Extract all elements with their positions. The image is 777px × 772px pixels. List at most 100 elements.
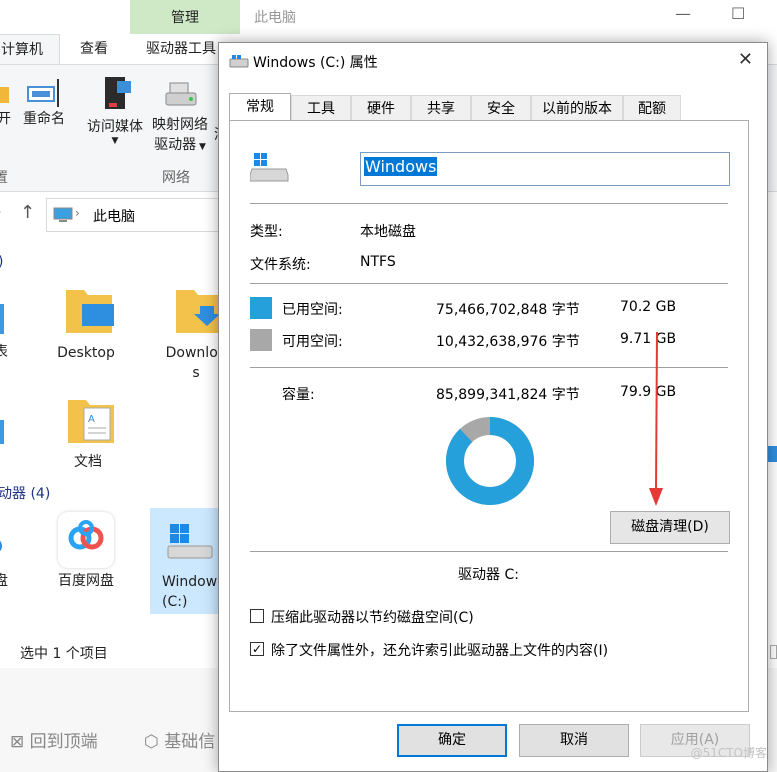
folder-icon[interactable] [0, 400, 4, 450]
drive-c-item[interactable]: Window (C:) [150, 508, 220, 614]
open-label: 开 [0, 111, 11, 127]
scroll-indicator[interactable] [768, 446, 777, 462]
tab-quota[interactable]: 配额 [623, 95, 681, 121]
disk-usage-donut [446, 417, 534, 505]
section-folders: ) [0, 254, 3, 270]
chevron-down-icon: ▼ [111, 136, 119, 146]
open-button[interactable]: 开 [0, 77, 12, 129]
free-space-label: 可用空间: [282, 334, 343, 350]
free-space-swatch [250, 329, 272, 351]
filesystem-label: 文件系统: [250, 257, 311, 273]
drive-icon [229, 55, 249, 68]
rename-icon [27, 79, 59, 107]
dialog-titlebar: Windows (C:) 属性 ✕ [219, 43, 767, 79]
section-devices: 动器 (4) [0, 486, 51, 502]
filesystem-value: NTFS [360, 254, 396, 270]
downloads-folder-icon[interactable] [172, 284, 222, 340]
properties-dialog: Windows (C:) 属性 ✕ 常规 工具 硬件 共享 安全 以前的版本 配… [218, 42, 768, 772]
back-to-top-icon: ⊠ [10, 732, 25, 752]
tab-tools[interactable]: 工具 [291, 95, 351, 121]
drive-c-label: Window (C:) [162, 574, 218, 610]
map-drive-label-2: 驱动器 ▼ [154, 137, 206, 153]
network-drive-icon [165, 82, 197, 106]
drive-name-input[interactable]: Windows [360, 152, 730, 186]
tab-hardware[interactable]: 硬件 [351, 95, 411, 121]
view-toggle-icon[interactable] [770, 645, 777, 659]
compress-checkbox[interactable] [250, 609, 264, 623]
back-to-top-link[interactable]: ⊠ 回到顶端 [10, 727, 98, 752]
watermark: @51CTO博客 [690, 746, 767, 760]
close-icon[interactable]: ✕ [738, 49, 753, 70]
maximize-icon[interactable]: ☐ [731, 4, 745, 23]
capacity-label: 容量: [282, 387, 315, 403]
dialog-title: Windows (C:) 属性 [253, 55, 378, 71]
address-text: 此电脑 [93, 209, 135, 225]
divider [250, 551, 728, 552]
index-label: 除了文件属性外，还允许索引此驱动器上文件的内容(I) [271, 643, 609, 659]
back-to-top-label: 回到顶端 [29, 732, 98, 752]
windows-drive-icon [250, 153, 289, 182]
chevron-right-icon: › [75, 206, 80, 220]
open-icon [0, 87, 9, 103]
dialog-tabs: 常规 工具 硬件 共享 安全 以前的版本 配额 [229, 93, 749, 122]
general-panel: Windows 类型: 本地磁盘 文件系统: NTFS 已用空间: 75,466… [229, 120, 749, 712]
type-label: 类型: [250, 224, 283, 240]
tab-general[interactable]: 常规 [229, 93, 291, 122]
tab-security[interactable]: 安全 [471, 95, 531, 121]
drive-label: 盘 [0, 573, 8, 589]
basic-info-link[interactable]: ⬡ 基础信 [144, 727, 215, 752]
rename-label: 重命名 [23, 111, 65, 127]
free-space-bytes: 10,432,638,976 字节 [436, 334, 580, 350]
map-drive-label-1: 映射网络 [152, 117, 208, 133]
tab-manage[interactable]: 管理 [130, 0, 240, 34]
map-drive-button[interactable]: 映射网络 驱动器 ▼ [147, 79, 213, 157]
basic-info-icon: ⬡ [144, 732, 159, 752]
used-space-gb: 70.2 GB [620, 299, 677, 315]
chevron-right-icon[interactable]: › [0, 204, 2, 220]
ribbon-group-left: 置 [0, 170, 8, 186]
status-bar-text: 选中 1 个项目 [20, 646, 108, 662]
windows-drive-icon [167, 524, 213, 559]
desktop-label: Desktop [57, 345, 115, 361]
baidu-netdisk-icon[interactable] [58, 512, 114, 568]
explorer-title: 此电脑 [254, 10, 296, 26]
up-arrow-icon[interactable]: ↑ [20, 202, 35, 223]
chevron-down-icon: ▼ [196, 142, 206, 152]
tab-sharing[interactable]: 共享 [411, 95, 471, 121]
type-value: 本地磁盘 [360, 224, 416, 240]
tab-drive-tools[interactable]: 驱动器工具 [146, 34, 216, 64]
baidu-netdisk-label: 百度网盘 [58, 573, 114, 589]
folder-icon[interactable] [0, 284, 4, 340]
capacity-bytes: 85,899,341,824 字节 [436, 387, 580, 403]
documents-label: 文档 [74, 454, 102, 470]
used-space-label: 已用空间: [282, 302, 343, 318]
ribbon-group-network: 网络 [162, 170, 190, 186]
compress-label: 压缩此驱动器以节约磁盘空间(C) [271, 610, 474, 626]
drive-icon[interactable] [0, 530, 6, 570]
media-server-icon [105, 77, 131, 109]
tab-view[interactable]: 查看 [80, 34, 108, 64]
access-media-label: 访问媒体 [87, 119, 143, 135]
access-media-button[interactable]: 访问媒体 ▼ [82, 75, 148, 146]
tab-previous-versions[interactable]: 以前的版本 [531, 95, 623, 121]
cancel-button[interactable]: 取消 [519, 724, 629, 757]
drive-name-value: Windows [364, 157, 438, 176]
used-space-swatch [250, 297, 272, 319]
minimize-icon[interactable]: — [675, 4, 691, 23]
address-bar[interactable]: › 此电脑 [46, 198, 226, 232]
ok-button[interactable]: 确定 [397, 724, 507, 757]
tab-computer[interactable]: 计算机 [0, 34, 60, 64]
explorer-titlebar: 管理 此电脑 — ☐ [0, 0, 777, 34]
index-checkbox[interactable]: ✓ [250, 642, 264, 656]
rename-button[interactable]: 重命名 [20, 77, 68, 129]
documents-folder-icon[interactable]: A [64, 394, 114, 450]
used-space-bytes: 75,466,702,848 字节 [436, 302, 580, 318]
disk-cleanup-button[interactable]: 磁盘清理(D) [610, 511, 730, 544]
desktop-folder-icon[interactable] [62, 284, 116, 340]
svg-text:A: A [88, 414, 95, 425]
drive-c-caption: 驱动器 C: [458, 567, 519, 583]
annotation-arrow-icon [649, 331, 663, 506]
folder-label: 表 [0, 344, 8, 360]
divider [250, 283, 728, 284]
computer-icon [53, 207, 73, 222]
